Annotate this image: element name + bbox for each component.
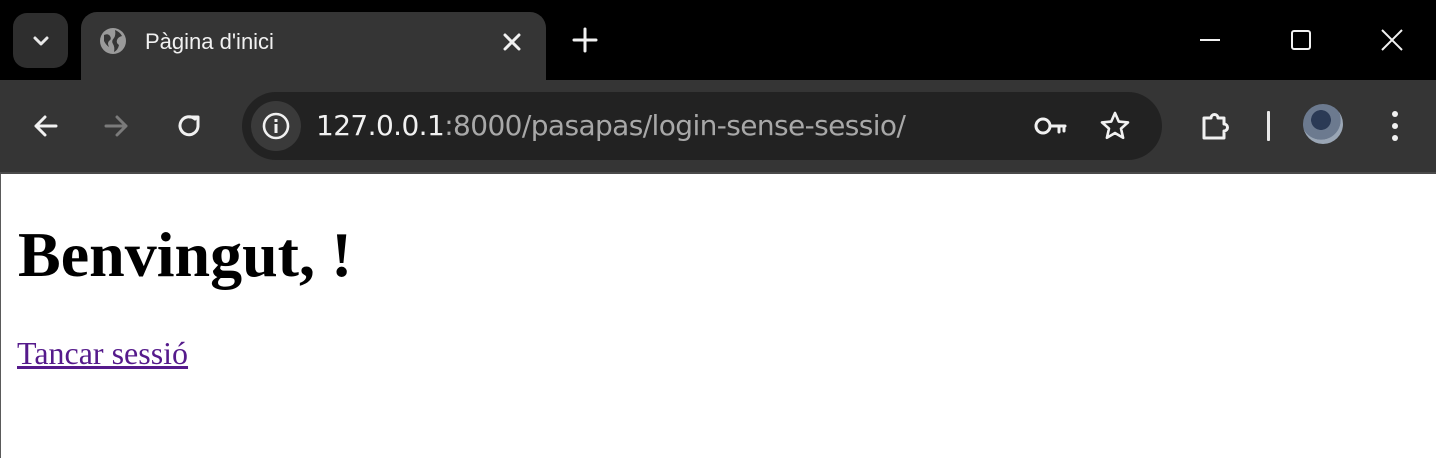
close-icon [1381, 29, 1403, 51]
tab-search-button[interactable] [13, 13, 68, 68]
plus-icon[interactable] [571, 26, 599, 54]
close-window-button[interactable] [1347, 0, 1436, 80]
password-manager-button[interactable] [1032, 108, 1068, 144]
minimize-icon [1200, 39, 1220, 41]
menu-button[interactable] [1377, 108, 1413, 144]
key-icon [1034, 117, 1067, 135]
close-icon[interactable] [499, 29, 525, 55]
reload-button[interactable] [171, 108, 207, 144]
url-path: :8000/pasapas/login-sense-sessio/ [444, 109, 906, 142]
tab-title: Pàgina d'inici [145, 29, 274, 54]
extensions-button[interactable] [1198, 108, 1234, 144]
arrow-right-icon [104, 115, 128, 137]
chevron-down-icon [33, 36, 48, 45]
maximize-button[interactable] [1256, 0, 1346, 80]
back-button[interactable] [27, 108, 63, 144]
info-icon [262, 112, 290, 140]
bookmark-button[interactable] [1097, 108, 1133, 144]
browser-toolbar: 127.0.0.1:8000/pasapas/login-sense-sessi… [0, 80, 1436, 172]
kebab-menu-icon [1392, 111, 1398, 141]
window-edge [0, 174, 1, 458]
logout-link[interactable]: Tancar sessió [17, 334, 188, 372]
page-content: Benvingut, ! Tancar sessió [0, 174, 1436, 458]
puzzle-icon [1202, 113, 1229, 140]
maximize-icon [1291, 30, 1311, 50]
reload-icon [178, 115, 200, 137]
toolbar-divider [1267, 111, 1270, 141]
minimize-button[interactable] [1165, 0, 1255, 80]
url-text[interactable]: 127.0.0.1:8000/pasapas/login-sense-sessi… [316, 109, 906, 142]
welcome-heading: Benvingut, ! [18, 219, 353, 290]
title-bar: Pàgina d'inici [0, 0, 1436, 80]
url-host: 127.0.0.1 [316, 109, 445, 142]
star-icon [1100, 111, 1130, 140]
globe-icon [100, 28, 126, 54]
site-info-button[interactable] [251, 101, 301, 151]
profile-avatar[interactable] [1303, 104, 1343, 144]
active-tab[interactable]: Pàgina d'inici [81, 12, 546, 80]
address-bar[interactable]: 127.0.0.1:8000/pasapas/login-sense-sessi… [242, 92, 1162, 160]
arrow-left-icon [34, 115, 58, 137]
forward-button[interactable] [99, 108, 135, 144]
